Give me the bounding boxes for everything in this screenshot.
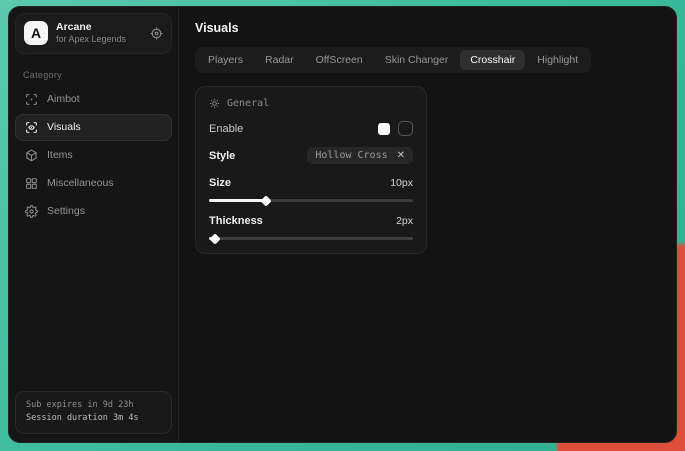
sidebar-item-label: Miscellaneous <box>47 177 114 189</box>
app-logo: A <box>24 21 48 45</box>
sidebar-item-items[interactable]: Items <box>15 142 172 169</box>
sidebar-item-aimbot[interactable]: Aimbot <box>15 86 172 113</box>
enable-row: Enable <box>209 121 413 136</box>
color-swatch[interactable] <box>378 123 390 135</box>
main-content: Visuals Players Radar OffScreen Skin Cha… <box>179 7 676 442</box>
page-title: Visuals <box>195 21 660 35</box>
clear-style-icon[interactable]: ✕ <box>397 151 405 161</box>
panel-header: General <box>209 98 413 109</box>
target-icon[interactable] <box>150 27 163 40</box>
gear-icon <box>25 205 38 218</box>
thickness-slider[interactable] <box>209 237 413 240</box>
category-label: Category <box>23 70 172 80</box>
sidebar-item-settings[interactable]: Settings <box>15 198 172 225</box>
tab-crosshair[interactable]: Crosshair <box>460 50 525 70</box>
size-slider-fill <box>209 199 266 202</box>
tab-skin-changer[interactable]: Skin Changer <box>375 50 459 70</box>
layout-grid-icon <box>25 177 38 190</box>
size-row: Size 10px <box>209 177 413 189</box>
eye-scan-icon <box>25 121 38 134</box>
app-window: A Arcane for Apex Legends Category Aimbo <box>8 6 677 443</box>
panel-title: General <box>227 98 269 109</box>
session-duration-text: Session duration 3m 4s <box>26 412 161 426</box>
visuals-tab-bar: Players Radar OffScreen Skin Changer Cro… <box>195 47 591 73</box>
subscription-status-card: Sub expires in 9d 23h Session duration 3… <box>15 391 172 434</box>
general-panel: General Enable Style Hollow Cross ✕ Size… <box>195 86 427 254</box>
sidebar-item-miscellaneous[interactable]: Miscellaneous <box>15 170 172 197</box>
style-label: Style <box>209 150 235 162</box>
thickness-row: Thickness 2px <box>209 215 413 227</box>
sidebar: A Arcane for Apex Legends Category Aimbo <box>9 7 179 442</box>
app-meta: Arcane for Apex Legends <box>56 21 142 46</box>
size-value: 10px <box>390 177 413 189</box>
sidebar-item-label: Aimbot <box>47 93 80 105</box>
tab-offscreen[interactable]: OffScreen <box>306 50 373 70</box>
style-value: Hollow Cross <box>315 150 387 161</box>
style-select[interactable]: Hollow Cross ✕ <box>307 147 413 164</box>
sub-expires-text: Sub expires in 9d 23h <box>26 399 161 413</box>
tab-highlight[interactable]: Highlight <box>527 50 588 70</box>
size-label: Size <box>209 177 231 189</box>
sidebar-item-label: Visuals <box>47 121 81 133</box>
sun-settings-icon <box>209 98 220 109</box>
thickness-label: Thickness <box>209 215 263 227</box>
app-header-card: A Arcane for Apex Legends <box>15 13 172 54</box>
cube-icon <box>25 149 38 162</box>
size-slider[interactable] <box>209 199 413 202</box>
tab-players[interactable]: Players <box>198 50 253 70</box>
crosshair-scan-icon <box>25 93 38 106</box>
sidebar-item-label: Settings <box>47 205 85 217</box>
style-row: Style Hollow Cross ✕ <box>209 147 413 164</box>
sidebar-item-visuals[interactable]: Visuals <box>15 114 172 141</box>
thickness-slider-thumb[interactable] <box>209 233 220 244</box>
size-slider-thumb[interactable] <box>260 195 271 206</box>
enable-label: Enable <box>209 123 243 135</box>
thickness-value: 2px <box>396 215 413 227</box>
sidebar-item-label: Items <box>47 149 73 161</box>
app-subtitle: for Apex Legends <box>56 34 142 46</box>
app-name: Arcane <box>56 21 142 34</box>
enable-checkbox[interactable] <box>398 121 413 136</box>
tab-radar[interactable]: Radar <box>255 50 304 70</box>
